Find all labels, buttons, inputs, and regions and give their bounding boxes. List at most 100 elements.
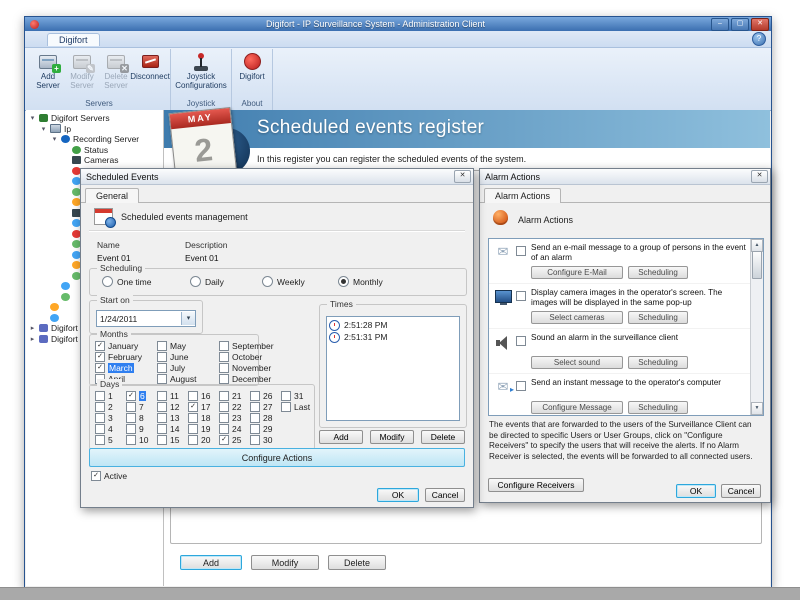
- day-21[interactable]: 21: [219, 390, 242, 401]
- radio-daily[interactable]: Daily: [190, 276, 224, 287]
- alarm-action-checkbox[interactable]: [516, 246, 526, 256]
- month-july[interactable]: July: [157, 362, 209, 373]
- start-date-picker[interactable]: 1/24/2011 ▾: [96, 310, 196, 327]
- day-4[interactable]: 4: [95, 423, 118, 434]
- tab-general[interactable]: General: [85, 188, 139, 203]
- scroll-down-icon[interactable]: ▼: [751, 402, 763, 415]
- day-19[interactable]: 19: [188, 423, 211, 434]
- modify-server-button[interactable]: ✎ Modify Server: [65, 49, 99, 90]
- delete-event-button[interactable]: Delete: [328, 555, 386, 570]
- day-29[interactable]: 29: [250, 423, 273, 434]
- digifort-about-button[interactable]: Digifort: [235, 49, 269, 81]
- scheduling-button[interactable]: Scheduling: [628, 401, 688, 414]
- add-time-button[interactable]: Add: [319, 430, 363, 444]
- day-last[interactable]: Last: [281, 401, 304, 412]
- day-17[interactable]: ✓17: [188, 401, 211, 412]
- close-icon[interactable]: ✕: [751, 18, 769, 31]
- day-22[interactable]: 22: [219, 401, 242, 412]
- configure-e-mail-button[interactable]: Configure E-Mail: [531, 266, 623, 279]
- joystick-configurations-button[interactable]: Joystick Configurations: [174, 49, 228, 90]
- title-bar[interactable]: Digifort - IP Surveillance System - Admi…: [25, 17, 771, 31]
- day-6[interactable]: ✓6: [126, 390, 149, 401]
- delete-time-button[interactable]: Delete: [421, 430, 465, 444]
- select-cameras-button[interactable]: Select cameras: [531, 311, 623, 324]
- configure-receivers-button[interactable]: Configure Receivers: [488, 478, 584, 492]
- month-may[interactable]: May: [157, 340, 209, 351]
- cancel-button[interactable]: Cancel: [721, 484, 761, 498]
- tree-item-ip[interactable]: ▾Ip: [26, 124, 163, 135]
- time-entry[interactable]: 2:51:31 PM: [329, 331, 457, 343]
- help-icon[interactable]: ?: [752, 32, 766, 46]
- configure-actions-button[interactable]: Configure Actions: [89, 448, 465, 467]
- radio-weekly[interactable]: Weekly: [262, 276, 305, 287]
- scrollbar[interactable]: ▲ ▼: [750, 239, 763, 415]
- day-3[interactable]: 3: [95, 412, 118, 423]
- day-11[interactable]: 11: [157, 390, 180, 401]
- name-value[interactable]: Event 01: [97, 253, 131, 263]
- modify-event-button[interactable]: Modify: [251, 555, 319, 570]
- tree-item-digifort-servers[interactable]: ▾Digifort Servers: [26, 113, 163, 124]
- month-june[interactable]: June: [157, 351, 209, 362]
- day-16[interactable]: 16: [188, 390, 211, 401]
- tree-item-recording-server[interactable]: ▾Recording Server: [26, 134, 163, 145]
- maximize-icon[interactable]: ▢: [731, 18, 749, 31]
- day-20[interactable]: 20: [188, 434, 211, 445]
- day-24[interactable]: 24: [219, 423, 242, 434]
- day-30[interactable]: 30: [250, 434, 273, 445]
- modify-time-button[interactable]: Modify: [370, 430, 414, 444]
- day-26[interactable]: 26: [250, 390, 273, 401]
- day-28[interactable]: 28: [250, 412, 273, 423]
- day-12[interactable]: 12: [157, 401, 180, 412]
- day-14[interactable]: 14: [157, 423, 180, 434]
- ok-button[interactable]: OK: [377, 488, 419, 502]
- tree-item-cameras[interactable]: Cameras: [26, 155, 163, 166]
- alarm-actions-title-bar[interactable]: Alarm Actions ✕: [480, 169, 770, 185]
- month-february[interactable]: ✓February: [95, 351, 147, 362]
- ok-button[interactable]: OK: [676, 484, 716, 498]
- tree-item-status[interactable]: Status: [26, 145, 163, 156]
- alarm-action-checkbox[interactable]: [516, 381, 526, 391]
- day-10[interactable]: 10: [126, 434, 149, 445]
- day-18[interactable]: 18: [188, 412, 211, 423]
- day-8[interactable]: 8: [126, 412, 149, 423]
- day-2[interactable]: 2: [95, 401, 118, 412]
- close-icon[interactable]: ✕: [454, 170, 471, 183]
- alarm-action-checkbox[interactable]: [516, 336, 526, 346]
- month-december[interactable]: December: [219, 373, 271, 384]
- cancel-button[interactable]: Cancel: [425, 488, 465, 502]
- day-31[interactable]: 31: [281, 390, 304, 401]
- day-5[interactable]: 5: [95, 434, 118, 445]
- select-sound-button[interactable]: Select sound: [531, 356, 623, 369]
- day-7[interactable]: 7: [126, 401, 149, 412]
- scheduling-button[interactable]: Scheduling: [628, 356, 688, 369]
- tab-alarm-actions[interactable]: Alarm Actions: [484, 188, 561, 203]
- tab-digifort[interactable]: Digifort: [47, 33, 100, 46]
- add-event-button[interactable]: Add: [180, 555, 242, 570]
- month-august[interactable]: August: [157, 373, 209, 384]
- radio-monthly[interactable]: Monthly: [338, 276, 383, 287]
- scheduled-events-title-bar[interactable]: Scheduled Events ✕: [81, 169, 473, 185]
- close-icon[interactable]: ✕: [751, 170, 768, 183]
- month-march[interactable]: ✓March: [95, 362, 147, 373]
- day-27[interactable]: 27: [250, 401, 273, 412]
- delete-server-button[interactable]: ✕ Delete Server: [99, 49, 133, 90]
- description-value[interactable]: Event 01: [185, 253, 219, 263]
- alarm-action-checkbox[interactable]: [516, 291, 526, 301]
- time-entry[interactable]: 2:51:28 PM: [329, 319, 457, 331]
- day-13[interactable]: 13: [157, 412, 180, 423]
- month-september[interactable]: September: [219, 340, 271, 351]
- day-15[interactable]: 15: [157, 434, 180, 445]
- scheduling-button[interactable]: Scheduling: [628, 311, 688, 324]
- radio-one-time[interactable]: One time: [102, 276, 152, 287]
- disconnect-button[interactable]: Disconnect: [133, 49, 167, 81]
- day-9[interactable]: 9: [126, 423, 149, 434]
- times-list[interactable]: 2:51:28 PM2:51:31 PM: [326, 316, 460, 421]
- add-server-button[interactable]: + Add Server: [31, 49, 65, 90]
- month-january[interactable]: ✓January: [95, 340, 147, 351]
- chevron-down-icon[interactable]: ▾: [181, 312, 195, 325]
- day-25[interactable]: ✓25: [219, 434, 242, 445]
- month-october[interactable]: October: [219, 351, 271, 362]
- minimize-icon[interactable]: –: [711, 18, 729, 31]
- month-november[interactable]: November: [219, 362, 271, 373]
- scheduling-button[interactable]: Scheduling: [628, 266, 688, 279]
